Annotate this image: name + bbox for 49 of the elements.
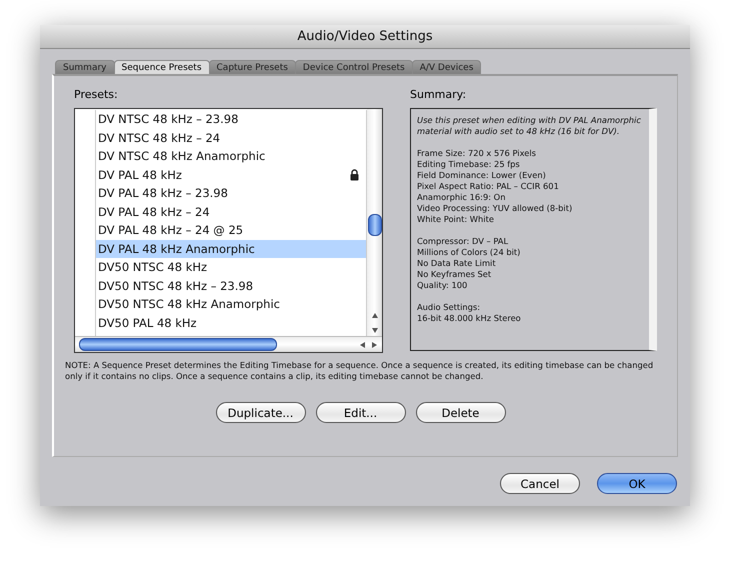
up-arrow-icon[interactable]	[370, 312, 378, 320]
preset-row[interactable]: DV PAL 48 kHz – 24 @ 25	[96, 221, 366, 240]
summary-line: Pixel Aspect Ratio: PAL – CCIR 601	[417, 181, 560, 192]
summary-line: Millions of Colors (24 bit)	[417, 247, 522, 258]
preset-row[interactable]: DV50 PAL 48 kHz	[96, 314, 366, 332]
preset-row[interactable]: DV PAL 48 kHz – 24	[96, 202, 366, 221]
tab[interactable]: Sequence Presets	[114, 60, 210, 74]
action-button[interactable]: Edit...	[316, 402, 406, 423]
summary-line: Editing Timebase: 25 fps	[417, 159, 521, 170]
summary-description: Use this preset when editing with DV PAL Anamorphic material with audio set to 48 kHz (16 bit for DV).	[417, 115, 642, 137]
action-button[interactable]: Delete	[416, 402, 506, 423]
right-arrow-icon[interactable]	[370, 340, 378, 348]
tab[interactable]: Device Control Presets	[294, 60, 413, 74]
preset-row[interactable]: DV PAL 48 kHz – 23.98	[96, 184, 366, 202]
action-button[interactable]: Duplicate...	[216, 402, 306, 423]
horizontal-scrollbar[interactable]	[75, 336, 382, 352]
scroll-thumb[interactable]	[79, 338, 277, 351]
note-text: NOTE: A Sequence Preset determines the Editing Timebase for a sequence. Once a sequence is created, its editing timebase can be changed only if it contains no clips. Once a sequence contains a clip, its editing timebase cannot be changed.	[65, 360, 654, 382]
preset-row[interactable]: DV PAL 48 kHz Anamorphic	[96, 240, 366, 258]
summary-line: Field Dominance: Lower (Even)	[417, 170, 547, 181]
cancel-button[interactable]: Cancel	[500, 473, 580, 494]
summary-line: Compressor: DV – PAL	[417, 236, 510, 247]
window-title: Audio/Video Settings	[297, 29, 433, 44]
preset-row[interactable]: DV NTSC 48 kHz Anamorphic	[96, 147, 366, 166]
preset-row[interactable]: DV PAL 48 kHz	[96, 166, 366, 184]
tab[interactable]: A/V Devices	[412, 60, 482, 74]
tab[interactable]: Summary	[55, 60, 114, 74]
preset-row[interactable]: DV NTSC 48 kHz – 23.98	[96, 110, 366, 128]
summary-line: No Keyframes Set	[417, 269, 492, 280]
preset-row[interactable]: DV50 NTSC 48 kHz – 23.98	[96, 276, 366, 295]
preset-row[interactable]: DV50 NTSC 48 kHz Anamorphic	[96, 295, 366, 314]
summary-line: 16-bit 48.000 kHz Stereo	[417, 313, 522, 324]
summary-line: No Data Rate Limit	[417, 258, 497, 269]
summary-line: Quality: 100	[417, 280, 468, 291]
summary-line: Audio Settings:	[417, 302, 482, 313]
down-arrow-icon[interactable]	[370, 326, 378, 334]
summary-line: Frame Size: 720 x 576 Pixels	[417, 148, 537, 159]
summary-line: Anamorphic 16:9: On	[417, 192, 506, 203]
vertical-scrollbar[interactable]	[367, 109, 382, 336]
tab[interactable]: Capture Presets	[208, 60, 296, 74]
summary-line: White Point: White	[417, 214, 495, 225]
ok-button[interactable]: OK	[597, 473, 677, 494]
left-arrow-icon[interactable]	[359, 340, 367, 348]
presets-label: Presets:	[74, 88, 119, 101]
scroll-thumb[interactable]	[368, 214, 382, 236]
summary-label: Summary:	[410, 88, 468, 101]
summary-line: Video Processing: YUV allowed (8-bit)	[417, 203, 574, 214]
preset-row[interactable]: DV NTSC 48 kHz – 24	[96, 128, 366, 147]
preset-row[interactable]: DV50 NTSC 48 kHz	[96, 258, 366, 276]
